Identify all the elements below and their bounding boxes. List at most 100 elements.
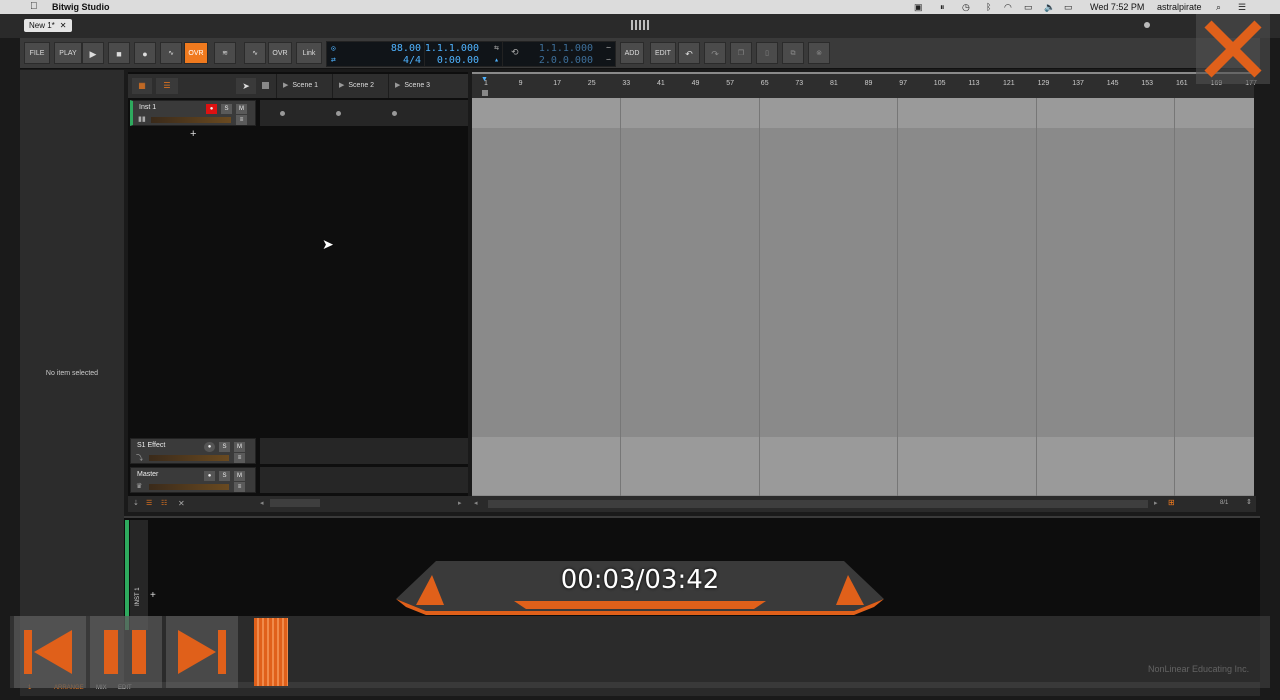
empty-slot-icon[interactable] [392, 111, 397, 116]
camera-icon[interactable]: ▣ [914, 2, 923, 13]
volume-fader[interactable] [149, 455, 229, 461]
link-button[interactable]: Link [296, 42, 322, 64]
clip-slots-effect[interactable] [260, 438, 468, 464]
snap-icon[interactable]: ⊞ [1168, 498, 1175, 507]
cue-marker-icon[interactable] [482, 90, 488, 96]
track-menu-icon[interactable]: ≡ [234, 482, 245, 492]
track-header-master[interactable]: Master ● S M ♛ ≡ [130, 467, 256, 493]
progress-scrubber-handle[interactable] [254, 618, 288, 686]
arranger-timeline[interactable] [472, 72, 1254, 496]
timeline-ruler[interactable]: ▼ 1 9 17 25 33 41 49 57 65 73 81 89 97 105 113 121 129 13… [472, 74, 1257, 98]
metronome-icon[interactable]: ≋ [214, 42, 236, 64]
volume-fader[interactable] [149, 484, 229, 490]
tempo-display[interactable]: ⊙ ⇄ 88.00 4/4 [326, 41, 426, 67]
fade-in-icon[interactable]: ∼ [606, 43, 611, 52]
track-menu-icon[interactable]: ≡ [234, 453, 245, 463]
tempo-value[interactable]: 88.00 [391, 43, 421, 54]
close-icon[interactable]: ✕ [178, 499, 185, 508]
scene-launch-icon[interactable]: ▶ [283, 82, 288, 89]
position-display[interactable]: 1.1.1.000 0:00.00 ⇆ ▴ [424, 41, 504, 67]
launcher-scrollbar[interactable] [270, 499, 320, 507]
arranger-lane-effects[interactable] [472, 437, 1254, 495]
editor-track-header[interactable] [130, 520, 148, 630]
file-button[interactable]: FILE [24, 42, 50, 64]
stop-all-clips-icon[interactable] [262, 82, 269, 89]
track-name[interactable]: Master [137, 471, 158, 478]
pause-status-icon[interactable]: ⏸ [940, 2, 945, 13]
add-button[interactable]: ADD [620, 42, 644, 64]
menu-clock[interactable]: Wed 7:52 PM [1090, 2, 1144, 12]
add-track-icon[interactable]: + [190, 128, 196, 140]
airplay-icon[interactable]: ▭ [1024, 2, 1033, 13]
scene-1[interactable]: ▶ Scene 1 [276, 74, 331, 98]
document-tab[interactable]: New 1* ✕ [24, 19, 72, 32]
scroll-right-icon[interactable]: ▸ [1154, 499, 1158, 507]
track-name[interactable]: S1 Effect [137, 442, 165, 449]
scene-launch-icon[interactable]: ▶ [395, 82, 400, 89]
record-icon[interactable]: ● [134, 42, 156, 64]
punch-icon[interactable]: ▴ [494, 55, 499, 64]
scroll-left-icon[interactable]: ◂ [474, 499, 478, 507]
delete-icon[interactable]: ⊗ [808, 42, 830, 64]
clip-automation-icon[interactable]: ∿ [244, 42, 266, 64]
wifi-icon[interactable]: ◠ [1004, 2, 1012, 13]
apple-icon[interactable]:  [30, 1, 38, 12]
tempo-tap-icon[interactable]: ⊙ [331, 44, 336, 53]
clip-launcher-view-icon[interactable]: ▦ [132, 78, 152, 94]
arrow-down-icon[interactable]: ⇣ [133, 499, 139, 507]
play-menu-button[interactable]: PLAY [54, 42, 82, 64]
edit-button[interactable]: EDIT [650, 42, 676, 64]
overdub-button[interactable]: OVR [184, 42, 208, 64]
track-header-inst-1[interactable]: Inst 1 ● S M ▮▮ ≡ [130, 100, 256, 126]
clip-slots-master[interactable] [260, 467, 468, 493]
copy-icon[interactable]: ❐ [730, 42, 752, 64]
track-menu-icon[interactable]: ≡ [236, 115, 247, 125]
battery-icon[interactable]: ▭ [1064, 2, 1073, 13]
solo-button[interactable]: S [219, 471, 230, 481]
time-signature[interactable]: 4/4 [403, 55, 421, 66]
arranger-lane-inst-1[interactable] [472, 98, 1254, 128]
track-header-effect[interactable]: S1 Effect ● S M ⤵ ≡ [130, 438, 256, 464]
scroll-right-icon[interactable]: ▸ [458, 499, 462, 507]
volume-fader[interactable] [151, 117, 231, 123]
mute-button[interactable]: M [234, 442, 245, 452]
monitor-icon[interactable]: ● [204, 442, 215, 452]
paste-icon[interactable]: ▯ [756, 42, 778, 64]
add-icon[interactable]: + [150, 590, 156, 601]
duplicate-icon[interactable]: ⧉ [782, 42, 804, 64]
time-machine-icon[interactable]: ◷ [962, 2, 970, 13]
record-arm-icon[interactable]: ● [206, 104, 217, 114]
follow-icon[interactable]: ⇆ [494, 43, 499, 52]
scene-launch-icon[interactable]: ▶ [339, 82, 344, 89]
groove-icon[interactable]: ⇄ [331, 55, 336, 64]
empty-slot-icon[interactable] [280, 111, 285, 116]
monitor-icon[interactable]: ● [204, 471, 215, 481]
loop-display[interactable]: ⟲ 1.1.1.000 2.0.0.000 ∼ ∽ [502, 41, 616, 67]
close-video-button[interactable] [1196, 14, 1270, 84]
close-tab-icon[interactable]: ✕ [60, 21, 67, 30]
undo-icon[interactable]: ↶ [678, 42, 700, 64]
list-view-icon[interactable]: ☰ [156, 78, 178, 94]
grid-icon[interactable]: ☷ [161, 499, 167, 507]
loop-icon[interactable]: ⟲ [511, 48, 519, 58]
clip-overdub-button[interactable]: OVR [268, 42, 292, 64]
zoom-fit-icon[interactable]: ⇕ [1246, 498, 1252, 506]
menu-user[interactable]: astralpirate [1157, 2, 1202, 12]
stop-icon[interactable]: ■ [108, 42, 130, 64]
play-icon[interactable]: ▶ [82, 42, 104, 64]
scene-2[interactable]: ▶ Scene 2 [332, 74, 387, 98]
redo-icon[interactable]: ↷ [704, 42, 726, 64]
pause-button[interactable] [90, 616, 162, 688]
spotlight-icon[interactable]: ⌕ [1216, 2, 1221, 13]
pointer-tool-icon[interactable]: ➤ [236, 78, 256, 94]
clip-slots-inst-1[interactable] [260, 100, 468, 126]
layout-icon[interactable]: ☰ [146, 499, 152, 507]
skip-forward-button[interactable] [166, 616, 238, 688]
solo-button[interactable]: S [219, 442, 230, 452]
mute-button[interactable]: M [236, 104, 247, 114]
grid-resolution[interactable]: 8/1 [1220, 500, 1228, 506]
scroll-left-icon[interactable]: ◂ [260, 499, 264, 507]
volume-icon[interactable]: 🔈 [1044, 2, 1055, 13]
automation-write-icon[interactable]: ∿ [160, 42, 182, 64]
empty-slot-icon[interactable] [336, 111, 341, 116]
